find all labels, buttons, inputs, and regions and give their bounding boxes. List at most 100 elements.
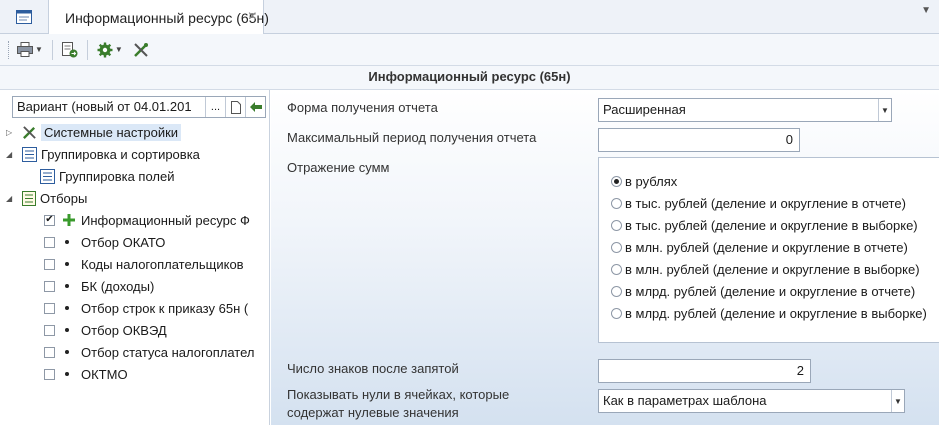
- radio-button[interactable]: [611, 242, 622, 253]
- tree-item-label: Отборы: [40, 190, 88, 206]
- tree-item-label: Отбор строк к приказу 65н (: [81, 300, 249, 316]
- tree-item-label: Группировка полей: [59, 168, 175, 184]
- bullet-icon: [65, 240, 69, 244]
- export-button[interactable]: [59, 38, 81, 62]
- bullet-icon: [65, 372, 69, 376]
- radio-billions-selection[interactable]: в млрд. рублей (деление и округление в в…: [611, 306, 927, 321]
- radio-button[interactable]: [611, 308, 622, 319]
- tree-item-filter-oktmo[interactable]: ОКТМО: [44, 363, 128, 385]
- tab-strip: Информационный ресурс (65н) × ▼: [0, 0, 939, 35]
- radio-button[interactable]: [611, 198, 622, 209]
- home-tab[interactable]: [0, 0, 48, 34]
- tree-item-filter-bk-income[interactable]: БК (доходы): [44, 275, 154, 297]
- tools-button[interactable]: [130, 38, 152, 62]
- settings-form-panel: Форма получения отчета Расширенная ▼ Мак…: [271, 90, 939, 425]
- collapse-icon[interactable]: ◢: [6, 150, 12, 159]
- close-icon[interactable]: ×: [248, 8, 257, 26]
- filter-checkbox[interactable]: [44, 236, 55, 248]
- tree-item-grouping-sorting[interactable]: ◢ Группировка и сортировка: [6, 143, 200, 165]
- return-arrow-icon: [249, 102, 262, 112]
- tree-item-filter-rows-65n[interactable]: Отбор строк к приказу 65н (: [44, 297, 248, 319]
- radio-label: в тыс. рублей (деление и округление в вы…: [625, 218, 918, 233]
- filter-checkbox[interactable]: [44, 258, 55, 270]
- max-period-input[interactable]: 0: [598, 128, 800, 152]
- bullet-icon: [65, 328, 69, 332]
- radio-button[interactable]: [611, 264, 622, 275]
- collapse-icon[interactable]: ◢: [6, 194, 12, 203]
- window-icon: [16, 10, 32, 24]
- variant-more-button[interactable]: ...: [205, 97, 225, 117]
- radio-millions-report[interactable]: в млн. рублей (деление и округление в от…: [611, 240, 908, 255]
- radio-button[interactable]: [611, 286, 622, 297]
- tools-icon: [133, 42, 148, 57]
- tab-title: Информационный ресурс (65н): [65, 9, 269, 26]
- radio-label: в млн. рублей (деление и округление в вы…: [625, 262, 920, 277]
- toolbar: ▼ ▼: [0, 34, 939, 66]
- tools-icon: [23, 125, 36, 139]
- tree-item-label: БК (доходы): [81, 278, 155, 294]
- panel-header-title: Информационный ресурс (65н): [0, 66, 939, 90]
- report-form-select[interactable]: Расширенная ▼: [598, 98, 892, 122]
- tab-information-resource[interactable]: Информационный ресурс (65н) ×: [48, 0, 269, 35]
- variant-new-button[interactable]: [225, 97, 245, 117]
- tree-item-system-settings[interactable]: ▷ Системные настройки: [6, 121, 182, 143]
- decimals-input[interactable]: 2: [598, 359, 811, 383]
- tree-item-filter-taxpayer-codes[interactable]: Коды налогоплательщиков: [44, 253, 244, 275]
- report-form-label: Форма получения отчета: [287, 100, 438, 115]
- show-zeros-label-line1: Показывать нули в ячейках, которые: [287, 387, 510, 402]
- tree-item-filter-okato[interactable]: Отбор ОКАТО: [44, 231, 165, 253]
- filter-checkbox[interactable]: [44, 368, 55, 380]
- export-icon: [61, 41, 78, 57]
- tree-item-filters[interactable]: ◢ Отборы: [6, 187, 88, 209]
- settings-gear-icon: [97, 42, 113, 57]
- variant-value: Вариант (новый от 04.01.201: [17, 99, 192, 114]
- add-icon: [63, 214, 75, 226]
- filter-checkbox[interactable]: [44, 280, 55, 292]
- radio-thousands-selection[interactable]: в тыс. рублей (деление и округление в вы…: [611, 218, 918, 233]
- tab-list-dropdown-icon[interactable]: ▼: [921, 5, 931, 16]
- filter-checkbox[interactable]: [44, 346, 55, 358]
- tree-item-filter-taxpayer-status[interactable]: Отбор статуса налогоплател: [44, 341, 254, 363]
- toolbar-separator: [51, 39, 53, 60]
- radio-label: в млрд. рублей (деление и округление в в…: [625, 306, 927, 321]
- radio-label: в рублях: [625, 174, 678, 189]
- decimals-label: Число знаков после запятой: [287, 361, 459, 376]
- tree-item-filter-okved[interactable]: Отбор ОКВЭД: [44, 319, 167, 341]
- chevron-down-icon[interactable]: ▼: [891, 390, 904, 412]
- filter-checkbox[interactable]: [44, 324, 55, 336]
- show-zeros-value: Как в параметрах шаблона: [603, 393, 767, 408]
- show-zeros-label-line2: содержат нулевые значения: [287, 405, 459, 420]
- report-form-value: Расширенная: [603, 102, 686, 117]
- bullet-icon: [65, 262, 69, 266]
- print-button[interactable]: ▼: [14, 38, 46, 62]
- grouping-icon: [40, 168, 55, 184]
- radio-thousands-report[interactable]: в тыс. рублей (деление и округление в от…: [611, 196, 906, 211]
- filter-list-icon: [22, 190, 36, 206]
- radio-rubles[interactable]: в рублях: [611, 174, 677, 189]
- tree-item-field-grouping[interactable]: Группировка полей: [40, 165, 174, 187]
- radio-button-selected[interactable]: [611, 176, 622, 187]
- chevron-down-icon[interactable]: ▼: [878, 99, 891, 121]
- radio-button[interactable]: [611, 220, 622, 231]
- printer-icon: [17, 42, 33, 57]
- radio-label: в млрд. рублей (деление и округление в о…: [625, 284, 916, 299]
- tree-item-label: Отбор ОКАТО: [81, 234, 166, 250]
- filter-checkbox[interactable]: [44, 302, 55, 314]
- radio-billions-report[interactable]: в млрд. рублей (деление и округление в о…: [611, 284, 915, 299]
- bullet-icon: [65, 350, 69, 354]
- show-zeros-select[interactable]: Как в параметрах шаблона ▼: [598, 389, 905, 413]
- tree-item-label: Отбор ОКВЭД: [81, 322, 167, 338]
- variant-apply-button[interactable]: [245, 97, 265, 117]
- grouping-icon: [22, 146, 37, 162]
- tree-item-filter-info-resource[interactable]: ✔ Информационный ресурс Ф: [44, 209, 250, 231]
- sums-display-radio-group: в рублях в тыс. рублей (деление и округл…: [598, 157, 939, 343]
- tree-item-label: Группировка и сортировка: [41, 146, 200, 162]
- filter-checkbox[interactable]: ✔: [44, 214, 55, 226]
- radio-millions-selection[interactable]: в млн. рублей (деление и округление в вы…: [611, 262, 920, 277]
- tree-item-label: Системные настройки: [41, 123, 182, 141]
- settings-button[interactable]: ▼: [94, 38, 126, 62]
- variant-selector[interactable]: Вариант (новый от 04.01.201 ...: [12, 96, 266, 118]
- bullet-icon: [65, 284, 69, 288]
- expand-icon[interactable]: ▷: [6, 128, 12, 137]
- bullet-icon: [65, 306, 69, 310]
